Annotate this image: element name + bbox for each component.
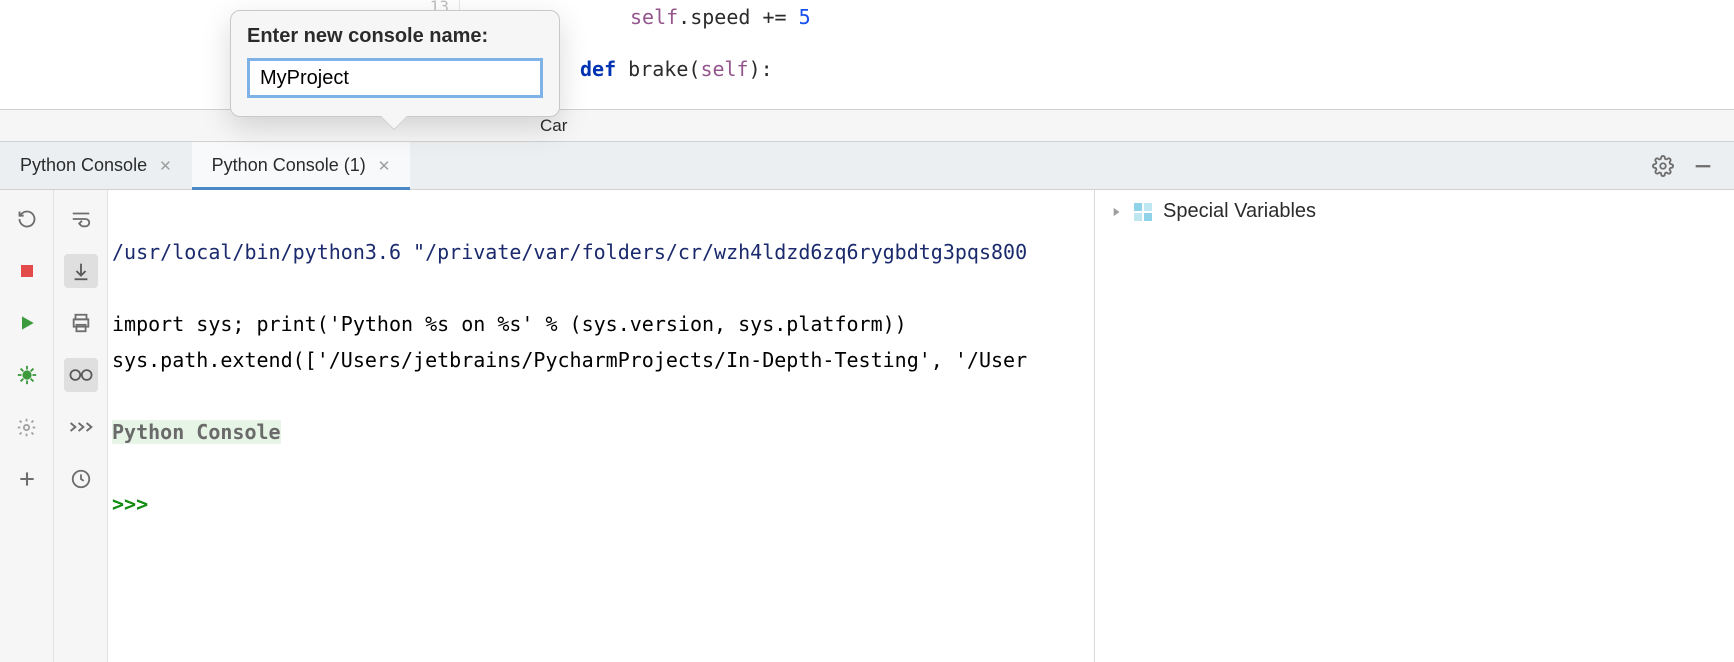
console-highlight: Python Console [112, 420, 281, 444]
close-icon[interactable]: ✕ [378, 157, 391, 175]
code-blank [460, 34, 1734, 52]
console-area: /usr/local/bin/python3.6 "/private/var/f… [0, 190, 1734, 662]
new-console-button[interactable] [10, 462, 44, 496]
code-lines: self.speed += 5 def brake(self): [460, 0, 1734, 86]
history-button[interactable] [64, 462, 98, 496]
console-toolbar-left [0, 190, 54, 662]
debug-button[interactable] [10, 358, 44, 392]
gear-icon[interactable] [1652, 155, 1674, 177]
tab-python-console[interactable]: Python Console ✕ [0, 142, 192, 189]
run-button[interactable] [10, 306, 44, 340]
execute-selection-button[interactable] [64, 410, 98, 444]
softwrap-button[interactable] [64, 202, 98, 236]
console-line: sys.path.extend(['/Users/jetbrains/Pycha… [112, 348, 1027, 372]
console-name-input[interactable] [247, 58, 543, 98]
console-line: /usr/local/bin/python3.6 "/private/var/f… [112, 240, 1027, 264]
print-button[interactable] [64, 306, 98, 340]
editor-area: 13 self.speed += 5 def brake(self): Ente… [0, 0, 1734, 110]
special-variables-row[interactable]: Special Variables [1109, 200, 1720, 223]
console-output[interactable]: /usr/local/bin/python3.6 "/private/var/f… [108, 190, 1094, 662]
minimize-icon[interactable] [1692, 155, 1714, 177]
show-variables-button[interactable] [64, 358, 98, 392]
breadcrumb-item[interactable]: Car [540, 116, 567, 135]
console-prompt: >>> [112, 492, 160, 516]
tab-label: Python Console (1) [212, 155, 366, 176]
popover-title: Enter new console name: [247, 25, 543, 48]
stop-button[interactable] [10, 254, 44, 288]
variables-panel: Special Variables [1094, 190, 1734, 662]
console-line: import sys; print('Python %s on %s' % (s… [112, 312, 907, 336]
variables-title: Special Variables [1163, 200, 1316, 223]
code-line: self.speed += 5 [460, 0, 1734, 34]
console-tabs: Python Console ✕ Python Console (1) ✕ [0, 142, 1734, 190]
tab-python-console-1[interactable]: Python Console (1) ✕ [192, 142, 411, 189]
code-line: def brake(self): [460, 52, 1734, 86]
console-toolbar-right [54, 190, 108, 662]
chevron-right-icon [1109, 205, 1123, 219]
rerun-button[interactable] [10, 202, 44, 236]
rename-console-popover: Enter new console name: [230, 10, 560, 117]
variables-icon [1133, 202, 1153, 222]
settings-button[interactable] [10, 410, 44, 444]
tab-label: Python Console [20, 155, 147, 176]
scroll-to-end-button[interactable] [64, 254, 98, 288]
close-icon[interactable]: ✕ [159, 157, 172, 175]
